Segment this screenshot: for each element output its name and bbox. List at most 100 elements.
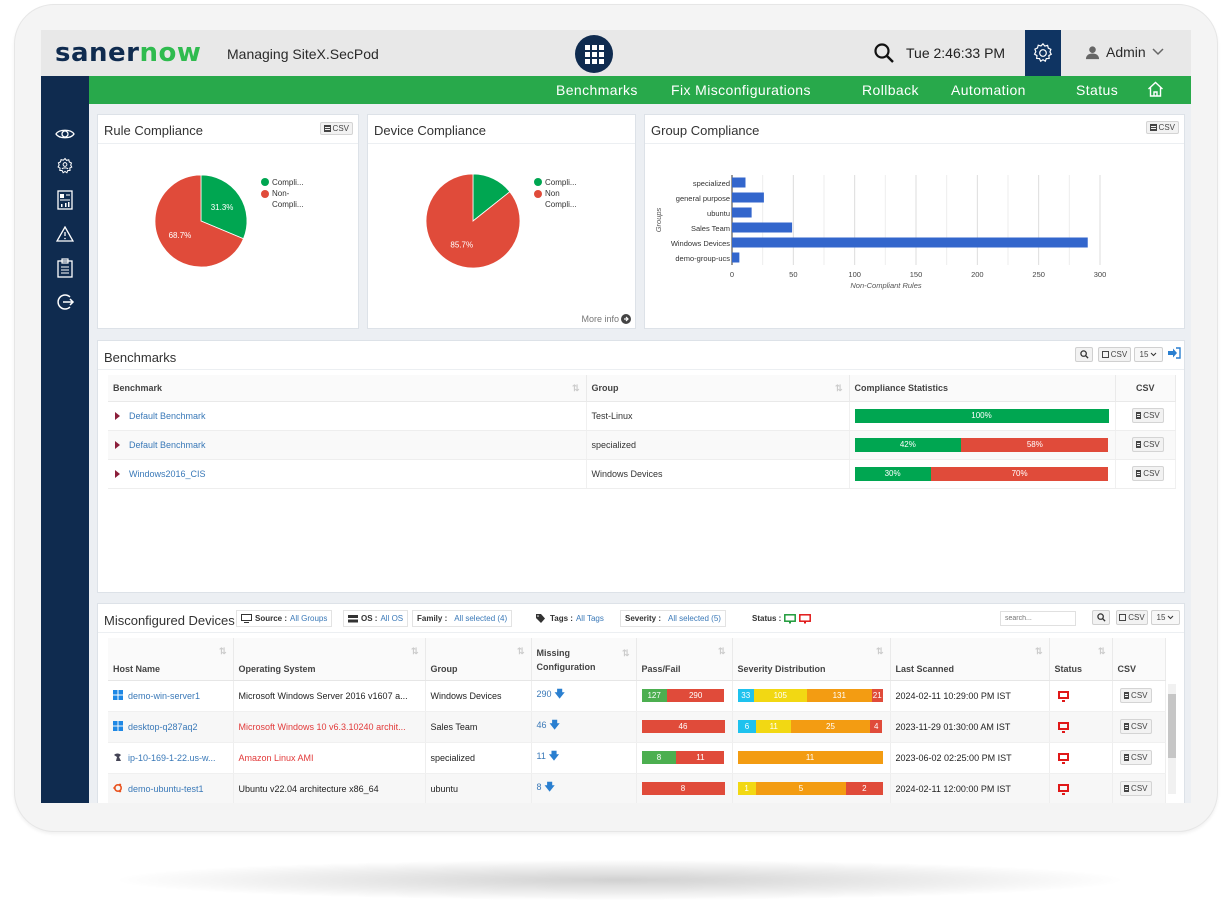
missing-count-link[interactable]: 8 bbox=[537, 782, 542, 792]
severity-bar: 6 11 25 4 bbox=[737, 720, 883, 733]
group-cell: Windows Devices bbox=[586, 459, 850, 489]
arrow-down-icon[interactable]: 🡇 bbox=[550, 720, 560, 731]
benchmark-link[interactable]: Default Benchmark bbox=[129, 411, 206, 421]
csv-button[interactable]: CSV bbox=[1145, 121, 1179, 134]
row-csv-button[interactable]: CSV bbox=[1119, 719, 1152, 734]
settings-button[interactable] bbox=[1025, 30, 1061, 76]
nav-automation[interactable]: Automation bbox=[951, 82, 1026, 98]
csv-cell: CSV bbox=[1115, 459, 1176, 489]
logo[interactable]: sanernow bbox=[55, 38, 201, 68]
apps-grid-button[interactable] bbox=[575, 35, 613, 73]
os-filter[interactable]: OS : All OS bbox=[343, 610, 409, 627]
offline-monitor-icon[interactable] bbox=[799, 613, 812, 624]
tags-filter[interactable]: Tags : All Tags bbox=[532, 610, 608, 627]
source-filter[interactable]: Source : All Groups bbox=[236, 610, 333, 627]
missing-count-link[interactable]: 46 bbox=[537, 720, 547, 730]
main-nav: Benchmarks Fix Misconfigurations Rollbac… bbox=[89, 76, 1191, 104]
legend-swatch bbox=[261, 178, 269, 186]
bar bbox=[732, 252, 740, 263]
column-header-missing[interactable]: Missing Configuration ⇅ bbox=[531, 638, 637, 681]
host-link[interactable]: demo-ubuntu-test1 bbox=[128, 784, 204, 794]
csv-button[interactable]: CSV bbox=[319, 122, 353, 135]
nav-rollback[interactable]: Rollback bbox=[862, 82, 919, 98]
sidebar-item-tasks[interactable] bbox=[55, 258, 75, 278]
column-header-os[interactable]: Operating System ⇅ bbox=[233, 638, 426, 681]
column-header-last-scanned[interactable]: Last Scanned ⇅ bbox=[890, 638, 1050, 681]
column-header-host[interactable]: Host Name ⇅ bbox=[108, 638, 234, 681]
arrow-down-icon[interactable]: 🡇 bbox=[549, 751, 559, 762]
row-csv-button[interactable]: CSV bbox=[1131, 437, 1164, 452]
host-link[interactable]: ip-10-169-1-22.us-w... bbox=[128, 753, 216, 763]
nav-home[interactable] bbox=[1147, 81, 1164, 100]
user-icon bbox=[1085, 45, 1100, 59]
host-link[interactable]: demo-win-server1 bbox=[128, 691, 200, 701]
legend-label: Compli... bbox=[272, 178, 304, 187]
bar bbox=[732, 192, 764, 203]
arrow-down-icon[interactable]: 🡇 bbox=[555, 689, 565, 700]
row-csv-button[interactable]: CSV bbox=[1119, 750, 1152, 765]
search-button[interactable] bbox=[1075, 347, 1093, 362]
page-size-select[interactable]: 15 bbox=[1151, 610, 1180, 625]
column-header-group[interactable]: Group ⇅ bbox=[425, 638, 532, 681]
expand-caret-icon[interactable] bbox=[115, 440, 120, 449]
status-cell bbox=[1049, 773, 1113, 803]
column-header-passfail[interactable]: Pass/Fail ⇅ bbox=[636, 638, 733, 681]
missing-count-link[interactable]: 11 bbox=[537, 751, 546, 761]
sidebar-item-reports[interactable] bbox=[55, 190, 75, 210]
sidebar-item-logout[interactable] bbox=[55, 292, 75, 312]
compliant-segment: 42% bbox=[854, 437, 962, 452]
benchmark-link[interactable]: Windows2016_CIS bbox=[129, 469, 206, 479]
table-scrollbar[interactable] bbox=[1168, 684, 1176, 794]
x-tick-label: 250 bbox=[1032, 270, 1045, 279]
column-header-severity[interactable]: Severity Distribution ⇅ bbox=[732, 638, 891, 681]
family-filter[interactable]: Family : All selected (4) bbox=[412, 610, 513, 627]
column-header-status[interactable]: Status ⇅ bbox=[1049, 638, 1113, 681]
pass-fail-bar: 46 bbox=[641, 720, 725, 733]
csv-button[interactable]: CSV bbox=[1098, 347, 1131, 362]
benchmark-link[interactable]: Default Benchmark bbox=[129, 440, 206, 450]
export-button[interactable] bbox=[1168, 346, 1181, 364]
row-csv-button[interactable]: CSV bbox=[1131, 408, 1164, 423]
search-button[interactable] bbox=[1092, 610, 1110, 625]
logo-text-now: now bbox=[139, 38, 202, 68]
row-csv-button[interactable]: CSV bbox=[1131, 466, 1164, 481]
row-csv-button[interactable]: CSV bbox=[1119, 688, 1152, 703]
row-csv-button[interactable]: CSV bbox=[1119, 781, 1152, 796]
filter-label: Tags : bbox=[550, 614, 573, 623]
host-link[interactable]: desktop-q287aq2 bbox=[128, 722, 198, 732]
online-monitor-icon[interactable] bbox=[784, 613, 797, 624]
header-label: CSV bbox=[1117, 663, 1137, 674]
severity-filter[interactable]: Severity : All selected (5) bbox=[620, 610, 726, 627]
nav-fix-misconfigurations[interactable]: Fix Misconfigurations bbox=[671, 82, 811, 98]
header-label: Status bbox=[1054, 663, 1083, 674]
severity-segment: 1 bbox=[737, 782, 756, 795]
status-cell bbox=[1049, 742, 1113, 774]
page-size-select[interactable]: 15 bbox=[1134, 347, 1163, 362]
passfail-cell: 8 11 bbox=[636, 742, 733, 774]
grid-icon bbox=[584, 44, 604, 64]
passfail-cell: 8 bbox=[636, 773, 733, 803]
user-menu[interactable]: Admin bbox=[1085, 44, 1164, 60]
more-info-link[interactable]: More info bbox=[581, 314, 631, 324]
table-icon bbox=[1123, 692, 1130, 699]
csv-button[interactable]: CSV bbox=[1116, 610, 1148, 625]
missing-count-link[interactable]: 290 bbox=[537, 689, 552, 699]
scrollbar-thumb[interactable] bbox=[1168, 694, 1176, 758]
sidebar-item-monitor[interactable] bbox=[55, 124, 75, 144]
status-filter[interactable]: Status : bbox=[748, 610, 815, 627]
sidebar-item-assess[interactable] bbox=[55, 156, 75, 176]
sidebar-item-alerts[interactable] bbox=[55, 224, 75, 244]
expand-caret-icon[interactable] bbox=[115, 469, 120, 478]
column-header-benchmark[interactable]: Benchmark ⇅ bbox=[108, 375, 587, 402]
x-axis-label: Non-Compliant Rules bbox=[850, 281, 922, 290]
devices-search-input[interactable] bbox=[1000, 611, 1076, 626]
nav-status[interactable]: Status bbox=[1076, 82, 1118, 98]
expand-caret-icon[interactable] bbox=[115, 411, 120, 420]
arrow-down-icon[interactable]: 🡇 bbox=[545, 782, 555, 793]
column-header-group[interactable]: Group ⇅ bbox=[586, 375, 850, 402]
divider bbox=[98, 632, 1184, 633]
sidebar bbox=[41, 76, 89, 803]
site-selector[interactable]: SiteX.SecPod bbox=[292, 46, 378, 62]
search-button[interactable] bbox=[873, 42, 895, 69]
nav-benchmarks[interactable]: Benchmarks bbox=[556, 82, 638, 98]
